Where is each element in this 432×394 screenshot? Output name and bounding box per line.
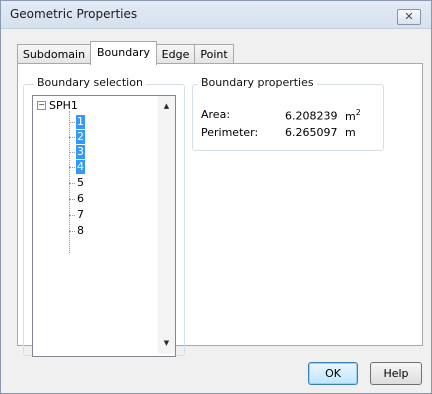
area-label: Area: — [201, 108, 231, 121]
boundary-properties-label: Boundary properties — [198, 76, 317, 89]
tree-item-label: 8 — [77, 224, 84, 237]
perimeter-label: Perimeter: — [201, 126, 259, 139]
tree-item-label: 7 — [77, 208, 84, 221]
tree-item-label: 4 — [76, 160, 85, 174]
tree-branch-line — [69, 122, 75, 123]
tab-label: Subdomain — [22, 48, 86, 61]
tree-item-label: 5 — [77, 176, 84, 189]
tree-branch-line — [69, 199, 75, 200]
tree-item-label: 1 — [76, 115, 85, 129]
tab-label: Edge — [161, 48, 190, 61]
area-unit-exponent: 2 — [355, 108, 361, 117]
tree-collapse-icon[interactable]: − — [37, 101, 46, 110]
area-row: Area: — [201, 108, 230, 121]
scroll-down-arrow-icon[interactable]: ▼ — [158, 335, 175, 352]
tree-branch-line — [69, 137, 75, 138]
tab-edge[interactable]: Edge — [156, 44, 195, 64]
tab-label: Boundary — [97, 46, 150, 59]
window-title: Geometric Properties — [10, 7, 138, 21]
tree-item-label: 3 — [76, 145, 85, 159]
perimeter-row: Perimeter: — [201, 126, 258, 139]
tree-branch-line — [69, 215, 75, 216]
help-button[interactable]: Help — [370, 362, 422, 385]
area-value: 6.208239 — [285, 109, 338, 123]
tree-branch-line — [69, 183, 75, 184]
perimeter-value: 6.265097 — [285, 126, 338, 139]
title-bar[interactable]: Geometric Properties ✕ — [1, 1, 431, 29]
area-unit: m — [345, 109, 356, 123]
tree-item-label: 6 — [77, 192, 84, 205]
perimeter-value-row: 6.265097 m — [285, 126, 356, 139]
tree-branch-line — [69, 167, 75, 168]
tab-subdomain[interactable]: Subdomain — [17, 44, 91, 64]
dialog-window: Geometric Properties ✕ Subdomain Boundar… — [0, 0, 432, 394]
tree-branch-line — [69, 231, 75, 232]
tree-item-label: 2 — [76, 130, 85, 144]
ok-button[interactable]: OK — [308, 362, 358, 385]
tree-root-label: SPH1 — [49, 99, 78, 112]
tree-scrollbar[interactable]: ▲ ▼ — [158, 96, 175, 354]
tab-boundary[interactable]: Boundary — [90, 41, 157, 65]
boundary-selection-label: Boundary selection — [34, 76, 146, 89]
tree-branch-line — [69, 152, 75, 153]
boundary-tree[interactable]: − SPH1 1 2 3 4 5 6 7 8 ▲ ▼ — [32, 95, 176, 357]
tab-point[interactable]: Point — [194, 44, 234, 64]
scroll-up-arrow-icon[interactable]: ▲ — [158, 98, 175, 115]
tab-label: Point — [200, 48, 228, 61]
close-button[interactable]: ✕ — [397, 9, 421, 25]
close-icon: ✕ — [404, 10, 414, 23]
perimeter-unit: m — [345, 126, 356, 139]
area-value-row: 6.208239 m2 — [285, 108, 361, 123]
